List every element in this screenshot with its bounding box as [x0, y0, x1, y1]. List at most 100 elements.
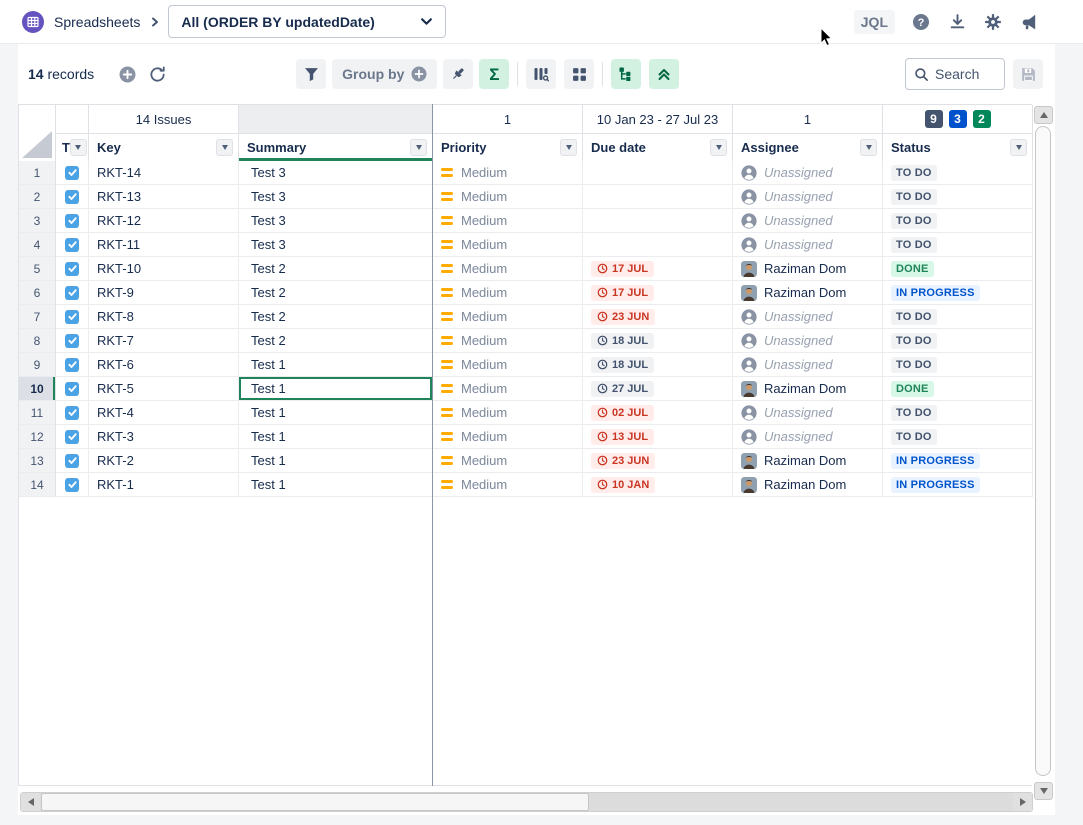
key-cell[interactable]: RKT-10 — [89, 257, 239, 281]
key-cell[interactable]: RKT-13 — [89, 185, 239, 209]
priority-cell[interactable]: Medium — [433, 425, 583, 449]
row-checkbox[interactable] — [65, 454, 79, 468]
row-checkbox[interactable] — [65, 358, 79, 372]
row-number-cell[interactable]: 4 — [19, 233, 56, 257]
assignee-cell[interactable]: Unassigned — [733, 185, 883, 209]
search-input[interactable] — [935, 66, 995, 82]
summary-cell[interactable]: Test 2 — [239, 329, 433, 353]
row-checkbox-cell[interactable] — [56, 377, 89, 401]
status-cell[interactable]: DONE — [883, 377, 1033, 401]
row-checkbox[interactable] — [65, 334, 79, 348]
status-cell[interactable]: TO DO — [883, 329, 1033, 353]
row-number-cell[interactable]: 5 — [19, 257, 56, 281]
column-header-status[interactable]: Status — [883, 134, 1033, 162]
assignee-cell[interactable]: Unassigned — [733, 329, 883, 353]
due-date-cell[interactable]: 10 JAN — [583, 473, 733, 497]
status-cell[interactable]: TO DO — [883, 425, 1033, 449]
row-number-cell[interactable]: 13 — [19, 449, 56, 473]
priority-cell[interactable]: Medium — [433, 401, 583, 425]
row-checkbox-cell[interactable] — [56, 233, 89, 257]
priority-cell[interactable]: Medium — [433, 257, 583, 281]
row-checkbox[interactable] — [65, 478, 79, 492]
assignee-cell[interactable]: Raziman Dom — [733, 281, 883, 305]
due-date-cell[interactable]: 23 JUN — [583, 449, 733, 473]
vertical-scrollbar[interactable] — [1034, 106, 1053, 800]
row-checkbox[interactable] — [65, 166, 79, 180]
priority-cell[interactable]: Medium — [433, 305, 583, 329]
column-header-key[interactable]: Key — [89, 134, 239, 162]
column-header-summary[interactable]: Summary — [239, 134, 433, 162]
column-header-priority[interactable]: Priority — [433, 134, 583, 162]
row-checkbox-cell[interactable] — [56, 185, 89, 209]
row-checkbox[interactable] — [65, 382, 79, 396]
summary-cell[interactable]: Test 3 — [239, 161, 433, 185]
summary-cell[interactable]: Test 2 — [239, 257, 433, 281]
download-icon[interactable] — [947, 12, 967, 32]
due-date-cell[interactable] — [583, 209, 733, 233]
horizontal-scrollbar[interactable] — [20, 792, 1033, 812]
priority-cell[interactable]: Medium — [433, 329, 583, 353]
summary-cell[interactable]: Test 1 — [239, 401, 433, 425]
row-checkbox-cell[interactable] — [56, 305, 89, 329]
horizontal-scrollbar-thumb[interactable] — [41, 793, 589, 811]
sum-button[interactable]: Σ — [479, 59, 509, 89]
search-box[interactable] — [905, 58, 1005, 90]
row-number-cell[interactable]: 9 — [19, 353, 56, 377]
priority-cell[interactable]: Medium — [433, 377, 583, 401]
key-cell[interactable]: RKT-6 — [89, 353, 239, 377]
assignee-cell[interactable]: Raziman Dom — [733, 449, 883, 473]
summary-cell[interactable]: Test 1 — [239, 353, 433, 377]
type-filter-dropdown[interactable] — [70, 139, 87, 156]
filter-button[interactable] — [296, 59, 326, 89]
status-cell[interactable]: TO DO — [883, 233, 1033, 257]
row-number-cell[interactable]: 11 — [19, 401, 56, 425]
row-number-cell[interactable]: 6 — [19, 281, 56, 305]
due-date-cell[interactable]: 17 JUL — [583, 257, 733, 281]
refresh-button[interactable] — [142, 59, 172, 89]
assignee-cell[interactable]: Unassigned — [733, 425, 883, 449]
scroll-right-button[interactable] — [1013, 793, 1032, 811]
row-checkbox-cell[interactable] — [56, 425, 89, 449]
row-number-cell[interactable]: 3 — [19, 209, 56, 233]
due-date-cell[interactable]: 27 JUL — [583, 377, 733, 401]
column-header-assignee[interactable]: Assignee — [733, 134, 883, 162]
key-cell[interactable]: RKT-11 — [89, 233, 239, 257]
priority-cell[interactable]: Medium — [433, 185, 583, 209]
status-cell[interactable]: TO DO — [883, 353, 1033, 377]
key-cell[interactable]: RKT-14 — [89, 161, 239, 185]
assignee-cell[interactable]: Unassigned — [733, 353, 883, 377]
column-header-due-date[interactable]: Due date — [583, 134, 733, 162]
summary-cell[interactable]: Test 1 — [239, 449, 433, 473]
scroll-up-button[interactable] — [1034, 106, 1053, 124]
app-title[interactable]: Spreadsheets — [54, 14, 140, 30]
due-date-cell[interactable]: 13 JUL — [583, 425, 733, 449]
priority-cell[interactable]: Medium — [433, 233, 583, 257]
status-cell[interactable]: TO DO — [883, 185, 1033, 209]
row-checkbox[interactable] — [65, 286, 79, 300]
key-filter-dropdown[interactable] — [216, 139, 233, 156]
key-cell[interactable]: RKT-8 — [89, 305, 239, 329]
frozen-columns-divider[interactable] — [432, 104, 433, 786]
due-date-cell[interactable]: 18 JUL — [583, 353, 733, 377]
assignee-cell[interactable]: Unassigned — [733, 401, 883, 425]
due-date-cell[interactable] — [583, 233, 733, 257]
row-checkbox-cell[interactable] — [56, 401, 89, 425]
group-by-button[interactable]: Group by — [332, 59, 437, 89]
row-checkbox-cell[interactable] — [56, 329, 89, 353]
row-checkbox[interactable] — [65, 310, 79, 324]
row-checkbox-cell[interactable] — [56, 161, 89, 185]
announcements-icon[interactable] — [1019, 12, 1039, 32]
summary-cell[interactable]: Test 3 — [239, 233, 433, 257]
key-cell[interactable]: RKT-9 — [89, 281, 239, 305]
priority-cell[interactable]: Medium — [433, 209, 583, 233]
row-number-cell[interactable]: 7 — [19, 305, 56, 329]
column-header-type[interactable]: T — [56, 134, 89, 162]
status-cell[interactable]: TO DO — [883, 305, 1033, 329]
summary-cell[interactable]: Test 2 — [239, 305, 433, 329]
collapse-all-button[interactable] — [649, 59, 679, 89]
row-checkbox[interactable] — [65, 238, 79, 252]
save-button[interactable] — [1013, 59, 1043, 89]
priority-cell[interactable]: Medium — [433, 353, 583, 377]
row-number-cell[interactable]: 14 — [19, 473, 56, 497]
assignee-filter-dropdown[interactable] — [860, 139, 877, 156]
